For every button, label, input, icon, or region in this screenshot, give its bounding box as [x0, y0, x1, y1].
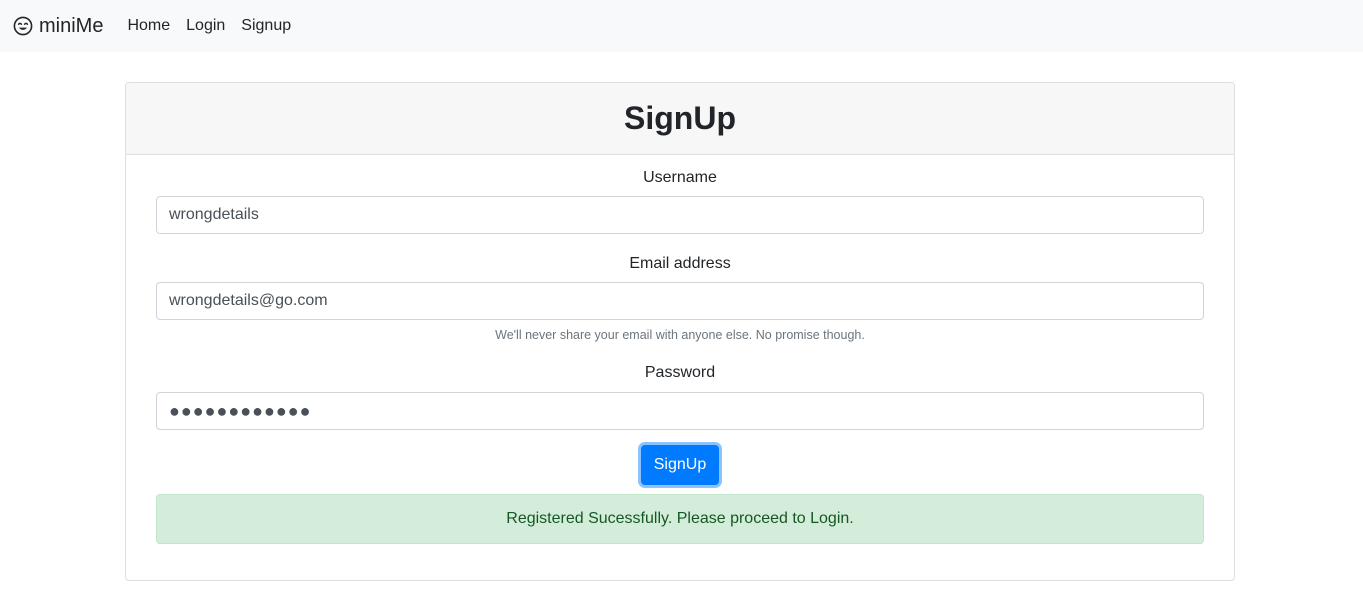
card-header: SignUp: [126, 83, 1234, 155]
nav-link-home[interactable]: Home: [127, 17, 170, 35]
smiley-face-icon: [13, 16, 33, 36]
password-input[interactable]: [156, 392, 1204, 430]
navbar: miniMe Home Login Signup: [0, 0, 1363, 52]
signup-button[interactable]: SignUp: [641, 445, 719, 485]
nav-link-signup[interactable]: Signup: [241, 17, 291, 35]
alert-message: Registered Sucessfully. Please proceed t…: [506, 510, 854, 527]
password-label: Password: [644, 364, 716, 381]
nav-link-login[interactable]: Login: [186, 17, 225, 35]
brand-link[interactable]: miniMe: [13, 15, 103, 38]
email-label: Email address: [629, 255, 731, 272]
signup-card: SignUp Username Email address We'll neve…: [125, 82, 1235, 581]
page-title: SignUp: [624, 100, 736, 136]
brand-name: miniMe: [39, 14, 104, 37]
success-alert: Registered Sucessfully. Please proceed t…: [156, 494, 1204, 544]
username-input[interactable]: [156, 196, 1204, 234]
email-help-text: We'll never share your email with anyone…: [495, 328, 865, 342]
email-input[interactable]: [156, 282, 1204, 320]
username-label: Username: [643, 169, 717, 186]
